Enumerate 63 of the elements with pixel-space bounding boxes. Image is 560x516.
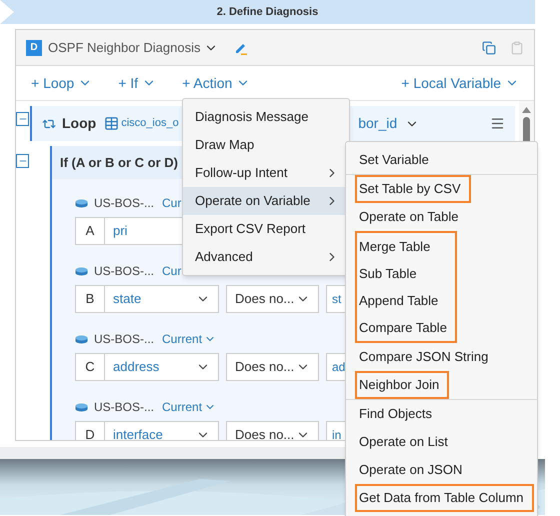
menu-item[interactable]: Merge Table — [357, 233, 455, 260]
scroll-up-icon[interactable] — [522, 107, 531, 113]
menu-item[interactable]: Draw Map — [183, 131, 349, 159]
operator-dropdown[interactable]: Does no... — [226, 353, 319, 381]
menu-item[interactable]: Get Data from Table Column — [357, 486, 532, 510]
scroll-thumb[interactable] — [523, 117, 530, 141]
router-icon — [75, 334, 88, 344]
loop-variable[interactable]: bor_id — [358, 113, 420, 134]
menu-item[interactable]: Export CSV Report — [183, 215, 349, 243]
condition-letter: C — [75, 353, 105, 381]
collapse-button[interactable] — [16, 112, 29, 126]
diagnosis-badge: D — [26, 40, 42, 56]
menu-item[interactable]: Set Table by CSV — [357, 177, 469, 201]
menu-item[interactable]: Find Objects — [346, 400, 537, 428]
add-menu-button[interactable]: + If — [118, 72, 156, 94]
menu-item[interactable]: Neighbor Join — [357, 373, 448, 397]
add-menu-button[interactable]: + Loop — [31, 72, 92, 94]
menu-item[interactable]: Follow-up Intent — [183, 159, 349, 187]
field-dropdown[interactable]: address — [105, 353, 219, 381]
router-icon — [75, 402, 88, 412]
router-icon — [75, 198, 88, 208]
value-field[interactable]: in — [326, 421, 345, 440]
router-icon — [75, 266, 88, 276]
menu-item[interactable]: Diagnosis Message — [183, 103, 349, 131]
device-name: US-BOS-... — [94, 331, 154, 348]
mode-dropdown[interactable]: Current — [162, 330, 216, 348]
condition-letter: D — [75, 421, 105, 440]
menu-item[interactable]: Operate on JSON — [346, 456, 537, 484]
device-name: US-BOS-... — [94, 263, 154, 280]
diagnosis-title[interactable]: OSPF Neighbor Diagnosis — [48, 38, 218, 58]
scrollbar[interactable] — [519, 101, 534, 141]
menu-item[interactable]: Append Table — [357, 287, 455, 314]
loop-table: cisco_ios_o — [121, 115, 179, 132]
condition-letter: A — [75, 217, 105, 245]
menu-item[interactable]: Operate on Table — [346, 203, 537, 231]
menu-icon[interactable] — [490, 116, 505, 131]
mode-dropdown[interactable]: Cur — [162, 194, 182, 212]
value-field[interactable]: ad — [326, 353, 345, 381]
menu-item[interactable]: Sub Table — [357, 260, 455, 287]
table-icon — [104, 116, 120, 131]
menu-item[interactable]: Compare JSON String — [346, 343, 537, 371]
field-dropdown[interactable]: interface — [105, 421, 219, 440]
operator-dropdown[interactable]: Does no... — [226, 285, 319, 313]
menu-item[interactable]: Operate on List — [346, 428, 537, 456]
value-field[interactable]: st — [326, 285, 345, 313]
field-dropdown[interactable]: state — [105, 285, 219, 313]
mode-dropdown[interactable]: Current — [162, 398, 216, 416]
if-condition-title: If (A or B or C or D) — [60, 154, 178, 172]
menu-item[interactable]: Compare Table — [357, 314, 455, 341]
menu-item[interactable]: Set Variable — [346, 146, 537, 174]
menu-item[interactable]: Advanced — [183, 243, 349, 271]
field-dropdown[interactable]: pri — [105, 217, 182, 245]
add-menu-button[interactable]: + Local Variable — [401, 72, 519, 94]
add-menu-button[interactable]: + Action — [182, 72, 250, 94]
device-name: US-BOS-... — [94, 399, 154, 416]
copy-icon[interactable] — [482, 40, 496, 54]
collapse-button[interactable] — [16, 154, 29, 168]
loop-label: Loop — [62, 114, 96, 133]
operator-dropdown[interactable]: Does no... — [226, 421, 319, 440]
step-title: 2. Define Diagnosis — [216, 4, 320, 20]
condition-letter: B — [75, 285, 105, 313]
device-name: US-BOS-... — [94, 195, 154, 212]
mode-dropdown[interactable]: Cur — [162, 262, 182, 280]
